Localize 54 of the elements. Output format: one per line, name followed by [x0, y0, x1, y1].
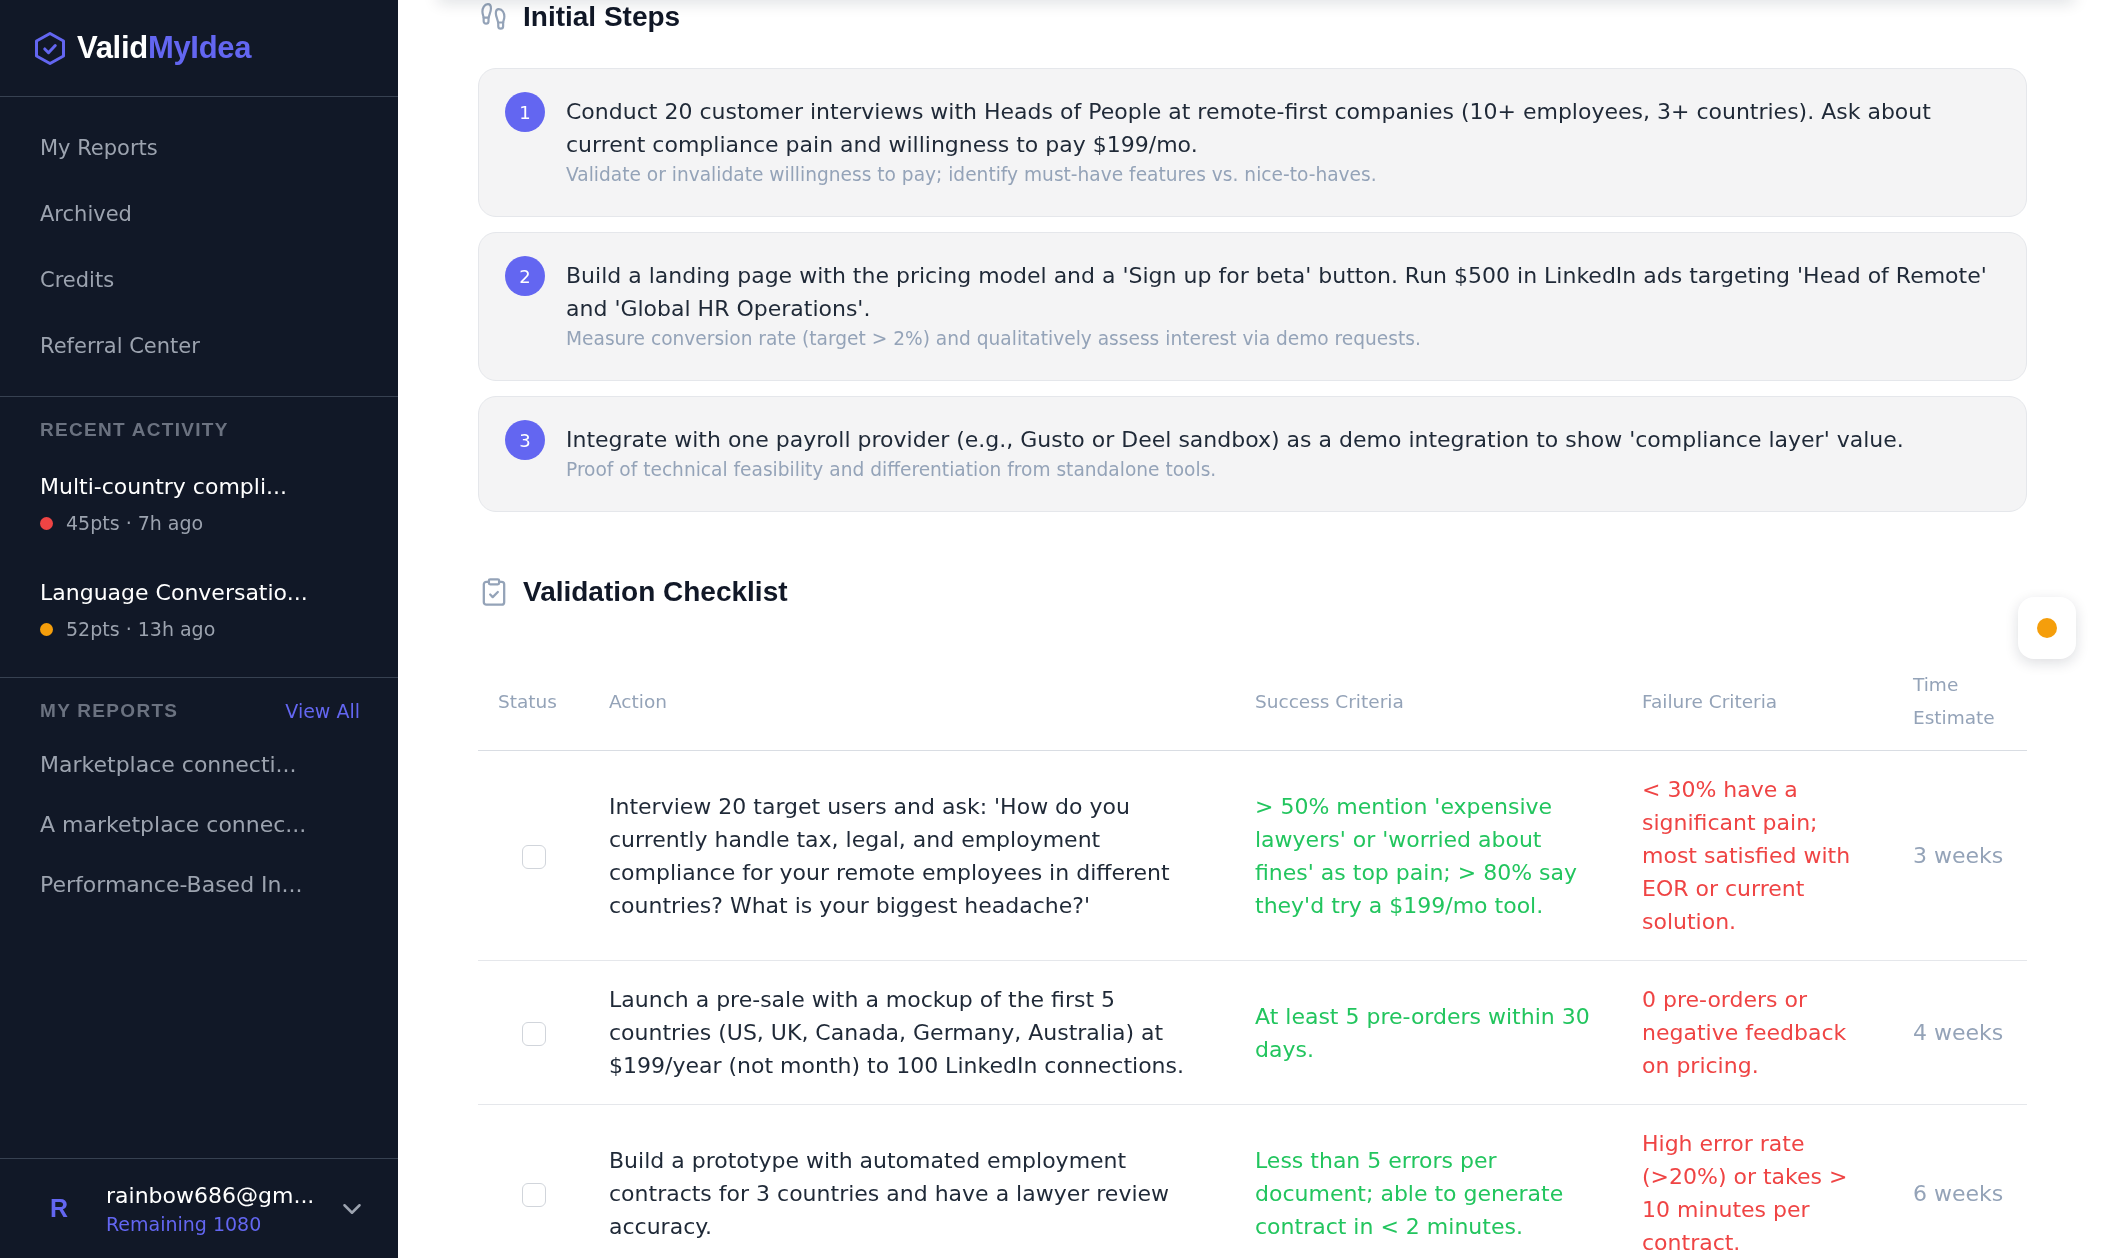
checkbox[interactable]	[521, 845, 546, 869]
step-note: Measure conversion rate (target > 2%) and qualitatively assess interest via demo requests.	[566, 327, 1422, 351]
table-cell: > 50% mention 'expensive lawyers' or 'worried about fines' as top pain; > 80% say they'd try a $199/mo tool.	[1235, 750, 1622, 961]
table-cell: At least 5 pre-orders within 30 days.	[1235, 960, 1622, 1105]
step-text: Conduct 20 customer interviews with Heads of People at remote-first companies (10+ employees, 3+ countries). Ask about current compliance pain and willingness to pay $199/mo.	[566, 98, 1932, 159]
section-heading: RECENT ACTIVITY	[40, 418, 229, 442]
column-header: Status	[478, 652, 589, 751]
step-number: 1	[505, 92, 545, 132]
recent-report-link[interactable]: Language Conversatio...	[40, 578, 308, 608]
footprints-icon	[481, 3, 507, 31]
table-cell: 6 weeks	[1893, 1104, 2027, 1258]
checkbox[interactable]	[521, 1022, 546, 1046]
section-title: Initial Steps	[523, 0, 681, 34]
account-email: rainbow686@gm...	[106, 1182, 315, 1210]
table-cell: High error rate (>20%) or takes > 10 minutes per contract.	[1622, 1104, 1893, 1258]
hexagon-check-icon	[35, 31, 65, 65]
step-number: 3	[505, 420, 545, 460]
report-link[interactable]: Performance-Based In...	[40, 871, 303, 899]
step-number: 2	[505, 256, 545, 296]
view-all-link[interactable]: View All	[285, 699, 360, 723]
recent-report-link[interactable]: Multi-country compli...	[40, 472, 287, 502]
step-note: Validate or invalidate willingness to pay; identify must-have features vs. nice-to-haves.	[566, 163, 1378, 187]
brand-name: ValidMyIdea	[77, 30, 252, 66]
column-header: Action	[589, 652, 1235, 751]
nav-item[interactable]: Credits	[40, 266, 115, 294]
table-cell: 3 weeks	[1893, 750, 2027, 961]
status-dot-icon	[2037, 618, 2057, 638]
table-cell: Build a prototype with automated employment contracts for 3 countries and have a lawyer review accuracy.	[589, 1104, 1235, 1258]
report-meta: 45pts · 7h ago	[66, 512, 204, 534]
nav-item[interactable]: My Reports	[40, 134, 158, 162]
nav-item[interactable]: Referral Center	[40, 332, 200, 360]
report-meta: 52pts · 13h ago	[66, 618, 216, 640]
table-cell: Interview 20 target users and ask: 'How do you currently handle tax, legal, and employment compliance for your remote employees in different countries? What is your biggest headache?'	[589, 750, 1235, 961]
step-note: Proof of technical feasibility and differentiation from standalone tools.	[566, 458, 1218, 482]
report-link[interactable]: Marketplace connecti...	[40, 751, 297, 779]
floating-status-button[interactable]	[2018, 597, 2076, 659]
table-cell: Less than 5 errors per document; able to generate contract in < 2 minutes.	[1235, 1104, 1622, 1258]
table-cell: 4 weeks	[1893, 960, 2027, 1105]
column-header: Success Criteria	[1235, 652, 1622, 751]
avatar-initial: R	[48, 1194, 70, 1223]
step-text: Integrate with one payroll provider (e.g., Gusto or Deel sandbox) as a demo integration to show 'compliance layer' value.	[566, 426, 1905, 454]
clipboard-check-icon	[481, 578, 507, 606]
checkbox[interactable]	[521, 1182, 546, 1207]
chevron-down-icon	[343, 1203, 361, 1214]
table-cell: 0 pre-orders or negative feedback on pricing.	[1622, 960, 1893, 1105]
step-text: Build a landing page with the pricing model and a 'Sign up for beta' button. Run $500 in LinkedIn ads targeting 'Head of Remote' and 'Global HR Operations'.	[566, 262, 1988, 323]
nav-item[interactable]: Archived	[40, 200, 132, 228]
table-cell: < 30% have a significant pain; most satisfied with EOR or current solution.	[1622, 750, 1893, 961]
report-link[interactable]: A marketplace connec...	[40, 811, 307, 839]
column-header: Failure Criteria	[1622, 652, 1893, 751]
section-title: Validation Checklist	[523, 575, 788, 609]
credits-remaining: Remaining 1080	[106, 1212, 262, 1237]
section-heading: MY REPORTS	[40, 699, 179, 723]
table-cell: Launch a pre-sale with a mockup of the first 5 countries (US, UK, Canada, Germany, Australia) at $199/year (not month) to 100 LinkedIn connections.	[589, 960, 1235, 1105]
